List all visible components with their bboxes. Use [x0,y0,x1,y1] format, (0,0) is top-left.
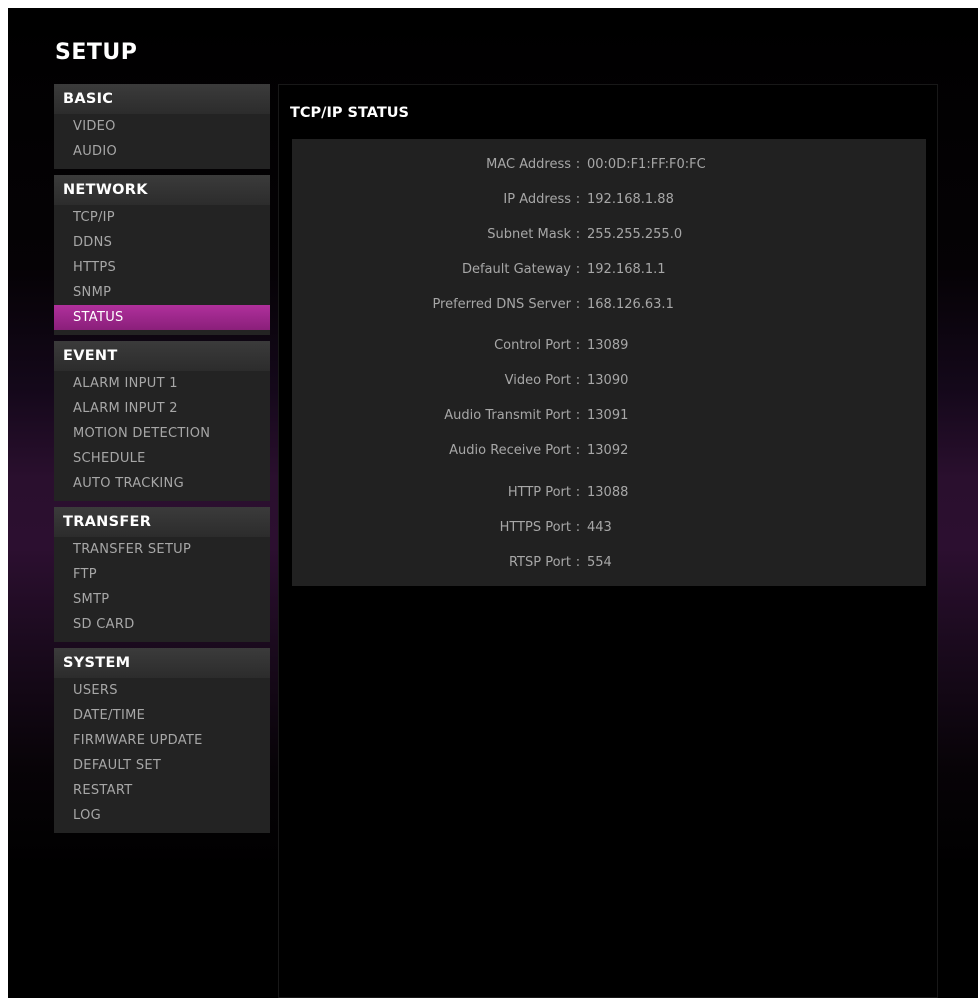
menu-group-title-event: EVENT [54,341,270,371]
status-separator: : [575,408,581,423]
sidebar-item-alarm-input-1[interactable]: ALARM INPUT 1 [54,371,270,396]
status-value: 554 [587,555,612,570]
status-label: RTSP Port [508,555,571,570]
status-row-ip-address: IP Address : 192.168.1.88 [292,190,926,210]
status-label: Audio Transmit Port [444,408,571,423]
status-separator: : [575,227,581,242]
status-label: HTTPS Port [499,520,571,535]
status-value: 13089 [587,338,629,353]
sidebar-item-audio[interactable]: AUDIO [54,139,270,164]
section-title: TCP/IP STATUS [290,105,409,121]
status-separator: : [575,485,581,500]
status-label: HTTP Port [507,485,571,500]
status-separator: : [575,157,581,172]
status-row-audio-transmit-port: Audio Transmit Port : 13091 [292,406,926,426]
sidebar-item-alarm-input-2[interactable]: ALARM INPUT 2 [54,396,270,421]
status-separator: : [575,262,581,277]
setup-app: SETUP BASIC VIDEO AUDIO NETWORK TCP/IP D… [8,8,978,998]
status-value: 443 [587,520,612,535]
status-value: 255.255.255.0 [587,227,683,242]
status-value: 13090 [587,373,629,388]
sidebar-item-tcp-ip[interactable]: TCP/IP [54,205,270,230]
status-separator: : [575,443,581,458]
menu-group-basic: BASIC VIDEO AUDIO [54,84,270,169]
status-value: 00:0D:F1:FF:F0:FC [587,157,706,172]
status-separator: : [575,192,581,207]
sidebar-item-motion-detection[interactable]: MOTION DETECTION [54,421,270,446]
sidebar-item-https[interactable]: HTTPS [54,255,270,280]
menu-group-title-network: NETWORK [54,175,270,205]
sidebar-item-restart[interactable]: RESTART [54,778,270,803]
menu-group-title-basic: BASIC [54,84,270,114]
sidebar-nav: BASIC VIDEO AUDIO NETWORK TCP/IP DDNS HT… [54,84,270,839]
status-label: Audio Receive Port [449,443,571,458]
sidebar-item-ddns[interactable]: DDNS [54,230,270,255]
sidebar-item-status[interactable]: STATUS [54,305,270,330]
sidebar-item-default-set[interactable]: DEFAULT SET [54,753,270,778]
status-row-default-gateway: Default Gateway : 192.168.1.1 [292,260,926,280]
menu-group-transfer: TRANSFER TRANSFER SETUP FTP SMTP SD CARD [54,507,270,642]
sidebar-item-video[interactable]: VIDEO [54,114,270,139]
menu-group-system: SYSTEM USERS DATE/TIME FIRMWARE UPDATE D… [54,648,270,833]
status-row-mac-address: MAC Address : 00:0D:F1:FF:F0:FC [292,155,926,175]
status-label: Control Port [494,338,571,353]
status-row-https-port: HTTPS Port : 443 [292,518,926,538]
status-row-audio-receive-port: Audio Receive Port : 13092 [292,441,926,461]
status-value: 192.168.1.1 [587,262,666,277]
sidebar-item-schedule[interactable]: SCHEDULE [54,446,270,471]
sidebar-item-log[interactable]: LOG [54,803,270,828]
status-label: Default Gateway [461,262,571,277]
status-label: Preferred DNS Server [432,297,571,312]
status-separator: : [575,555,581,570]
status-separator: : [575,338,581,353]
status-label: MAC Address [486,157,571,172]
status-label: Video Port [504,373,571,388]
menu-group-network: NETWORK TCP/IP DDNS HTTPS SNMP STATUS [54,175,270,335]
status-row-rtsp-port: RTSP Port : 554 [292,553,926,573]
sidebar-item-firmware-update[interactable]: FIRMWARE UPDATE [54,728,270,753]
status-label: Subnet Mask [487,227,571,242]
status-row-subnet-mask: Subnet Mask : 255.255.255.0 [292,225,926,245]
status-separator: : [575,297,581,312]
sidebar-item-transfer-setup[interactable]: TRANSFER SETUP [54,537,270,562]
menu-group-event: EVENT ALARM INPUT 1 ALARM INPUT 2 MOTION… [54,341,270,501]
status-row-preferred-dns-server: Preferred DNS Server : 168.126.63.1 [292,295,926,315]
status-row-control-port: Control Port : 13089 [292,336,926,356]
sidebar-item-ftp[interactable]: FTP [54,562,270,587]
status-value: 192.168.1.88 [587,192,674,207]
sidebar-item-date-time[interactable]: DATE/TIME [54,703,270,728]
menu-group-title-transfer: TRANSFER [54,507,270,537]
status-value: 168.126.63.1 [587,297,674,312]
sidebar-item-smtp[interactable]: SMTP [54,587,270,612]
page-title: SETUP [55,40,138,65]
sidebar-item-sd-card[interactable]: SD CARD [54,612,270,637]
sidebar-item-snmp[interactable]: SNMP [54,280,270,305]
status-label: IP Address [503,192,571,207]
status-row-http-port: HTTP Port : 13088 [292,483,926,503]
status-row-video-port: Video Port : 13090 [292,371,926,391]
status-separator: : [575,520,581,535]
status-separator: : [575,373,581,388]
status-value: 13092 [587,443,629,458]
status-value: 13091 [587,408,629,423]
sidebar-item-auto-tracking[interactable]: AUTO TRACKING [54,471,270,496]
status-value: 13088 [587,485,629,500]
status-table: MAC Address : 00:0D:F1:FF:F0:FC IP Addre… [292,139,926,586]
menu-group-title-system: SYSTEM [54,648,270,678]
content-panel: TCP/IP STATUS MAC Address : 00:0D:F1:FF:… [278,84,938,998]
sidebar-item-users[interactable]: USERS [54,678,270,703]
